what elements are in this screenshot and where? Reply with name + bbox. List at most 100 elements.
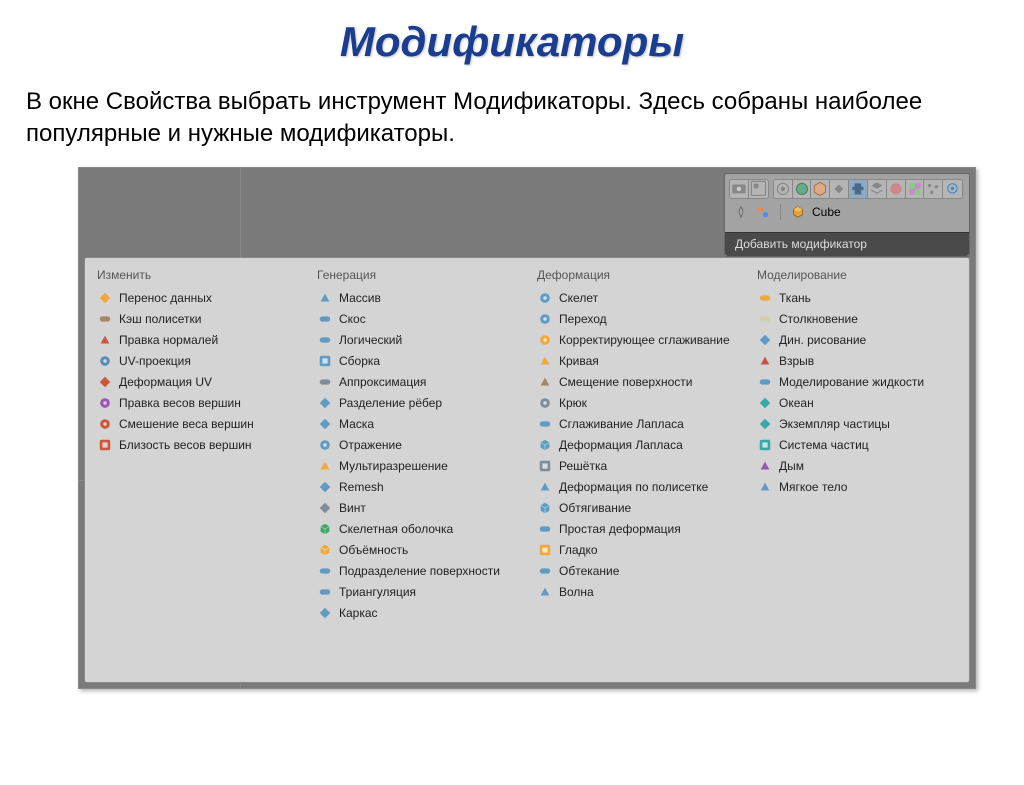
lattice-icon <box>537 458 553 474</box>
collision-icon <box>757 311 773 327</box>
modifier-item-simple-deform[interactable]: Простая деформация <box>533 519 741 540</box>
modifier-item-hook[interactable]: Крюк <box>533 393 741 414</box>
modifier-label: Мягкое тело <box>779 480 847 494</box>
modifier-item-curve[interactable]: Кривая <box>533 351 741 372</box>
modifier-item-triangulate[interactable]: Триангуляция <box>313 582 521 603</box>
triangulate-icon <box>317 584 333 600</box>
modifier-label: Крюк <box>559 396 587 410</box>
modifier-item-smoke[interactable]: Дым <box>753 456 961 477</box>
tab-physics-icon[interactable] <box>943 180 962 198</box>
tab-particles-icon[interactable] <box>924 180 943 198</box>
modifier-item-dynamic-paint[interactable]: Дин. рисование <box>753 330 961 351</box>
modifier-label: Океан <box>779 396 814 410</box>
tab-scene-icon[interactable] <box>774 180 793 198</box>
modifier-item-vert-weight-prox[interactable]: Близость весов вершин <box>93 435 301 456</box>
modifier-item-vert-weight-mix[interactable]: Смешение веса вершин <box>93 414 301 435</box>
pin-icon[interactable] <box>733 204 749 220</box>
add-modifier-dropdown[interactable]: Добавить модификатор <box>725 232 969 256</box>
mesh-cache-icon <box>97 311 113 327</box>
modifier-item-wave[interactable]: Волна <box>533 582 741 603</box>
modifier-label: Смешение веса вершин <box>119 417 254 431</box>
modifier-item-mesh-cache[interactable]: Кэш полисетки <box>93 309 301 330</box>
modifier-item-corrective-smooth[interactable]: Корректирующее сглаживание <box>533 330 741 351</box>
modifier-item-armature[interactable]: Скелет <box>533 288 741 309</box>
tab-modifiers-icon[interactable] <box>849 180 868 198</box>
modifier-item-build[interactable]: Сборка <box>313 351 521 372</box>
modifier-label: Сглаживание Лапласа <box>559 417 684 431</box>
tab-render-icon[interactable] <box>730 180 749 198</box>
modifier-item-subsurf[interactable]: Подразделение поверхности <box>313 561 521 582</box>
screw-icon <box>317 500 333 516</box>
modifier-label: Кривая <box>559 354 599 368</box>
menu-column: ИзменитьПеренос данныхКэш полисеткиПравк… <box>87 264 307 676</box>
vert-weight-mix-icon <box>97 416 113 432</box>
modifier-label: Сборка <box>339 354 380 368</box>
modifier-item-boolean[interactable]: Логический <box>313 330 521 351</box>
cube-icon <box>790 204 806 220</box>
modifier-item-ocean[interactable]: Океан <box>753 393 961 414</box>
laplacian-deform-icon <box>537 437 553 453</box>
modifier-item-mask[interactable]: Маска <box>313 414 521 435</box>
modifier-item-data-transfer[interactable]: Перенос данных <box>93 288 301 309</box>
column-header: Изменить <box>93 264 301 288</box>
modifier-item-skin[interactable]: Скелетная оболочка <box>313 519 521 540</box>
modifier-item-shrinkwrap[interactable]: Обтягивание <box>533 498 741 519</box>
modifier-item-warp[interactable]: Обтекание <box>533 561 741 582</box>
tab-material-icon[interactable] <box>887 180 906 198</box>
modifier-item-solidify[interactable]: Объёмность <box>313 540 521 561</box>
modifier-item-particle-instance[interactable]: Экземпляр частицы <box>753 414 961 435</box>
modifier-item-mirror[interactable]: Отражение <box>313 435 521 456</box>
column-header: Генерация <box>313 264 521 288</box>
object-name-label: Cube <box>812 205 841 219</box>
modifier-item-array[interactable]: Массив <box>313 288 521 309</box>
modifier-item-laplacian-smooth[interactable]: Сглаживание Лапласа <box>533 414 741 435</box>
modifier-label: Правка весов вершин <box>119 396 241 410</box>
properties-tabs <box>729 178 965 200</box>
modifier-item-smooth[interactable]: Гладко <box>533 540 741 561</box>
modifier-item-remesh[interactable]: Remesh <box>313 477 521 498</box>
modifier-item-bevel[interactable]: Скос <box>313 309 521 330</box>
modifier-item-lattice[interactable]: Решётка <box>533 456 741 477</box>
modifier-item-fluid[interactable]: Моделирование жидкости <box>753 372 961 393</box>
smoke-icon <box>757 458 773 474</box>
menu-column: ГенерацияМассивСкос Логический Сборка Аппро… <box>307 264 527 676</box>
modifier-item-cloth[interactable]: Ткань <box>753 288 961 309</box>
modifier-item-normals-edit[interactable]: Правка нормалей <box>93 330 301 351</box>
modifier-label: Логический <box>339 333 402 347</box>
column-header: Деформация <box>533 264 741 288</box>
modifier-item-uv-warp[interactable]: Деформация UV <box>93 372 301 393</box>
modifier-item-collision[interactable]: Столкновение <box>753 309 961 330</box>
modifier-item-cast[interactable]: Переход <box>533 309 741 330</box>
description-text: В окне Свойства выбрать инструмент Модиф… <box>26 86 998 151</box>
shrinkwrap-icon <box>537 500 553 516</box>
modifier-item-multires[interactable]: Мультиразрешение <box>313 456 521 477</box>
wave-icon <box>537 584 553 600</box>
subsurf-icon <box>317 563 333 579</box>
modifier-item-displace[interactable]: Смещение поверхности <box>533 372 741 393</box>
tab-texture-icon[interactable] <box>906 180 925 198</box>
modifier-item-soft-body[interactable]: Мягкое тело <box>753 477 961 498</box>
modifier-item-wireframe[interactable]: Каркас <box>313 603 521 624</box>
modifier-item-particle-system[interactable]: Система частиц <box>753 435 961 456</box>
fluid-icon <box>757 374 773 390</box>
modifier-item-mesh-deform[interactable]: Деформация по полисетке <box>533 477 741 498</box>
modifier-item-decimate[interactable]: Аппроксимация <box>313 372 521 393</box>
modifier-item-vert-weight-edit[interactable]: Правка весов вершин <box>93 393 301 414</box>
modifier-item-laplacian-deform[interactable]: Деформация Лапласа <box>533 435 741 456</box>
modifier-label: Волна <box>559 585 594 599</box>
tab-constraints-icon[interactable] <box>830 180 849 198</box>
modifier-item-uv-project[interactable]: UV-проекция <box>93 351 301 372</box>
modifier-item-explode[interactable]: Взрыв <box>753 351 961 372</box>
tab-layers-icon[interactable] <box>749 180 768 198</box>
app-screenshot: Cube Добавить модификатор ИзменитьПерено… <box>78 167 976 689</box>
modifier-label: Смещение поверхности <box>559 375 692 389</box>
tab-object-icon[interactable] <box>811 180 830 198</box>
modifier-label: Решётка <box>559 459 607 473</box>
add-modifier-label: Добавить модификатор <box>735 237 867 251</box>
tab-world-icon[interactable] <box>793 180 812 198</box>
modifier-item-screw[interactable]: Винт <box>313 498 521 519</box>
modifier-item-edge-split[interactable]: Разделение рёбер <box>313 393 521 414</box>
modifier-label: Объёмность <box>339 543 408 557</box>
simple-deform-icon <box>537 521 553 537</box>
tab-data-icon[interactable] <box>868 180 887 198</box>
